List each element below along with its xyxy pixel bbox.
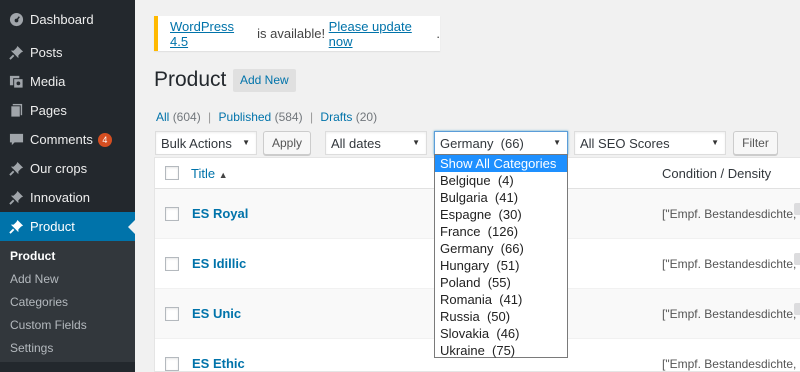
submenu-settings[interactable]: Settings — [0, 337, 135, 360]
row-checkbox[interactable] — [165, 207, 179, 221]
pin-icon — [8, 190, 24, 206]
view-published-link[interactable]: Published (584) — [219, 110, 303, 124]
column-title-header[interactable]: Title ▲ — [191, 166, 228, 181]
category-dropdown-list: Show All Categories Belgique (4) Bulgari… — [434, 154, 568, 358]
submenu-product[interactable]: Product — [0, 245, 135, 268]
dropdown-option[interactable]: Germany (66) — [435, 240, 567, 257]
menu-comments[interactable]: Comments 4 — [0, 125, 135, 154]
category-filter-select[interactable]: Germany (66) ▼ — [434, 131, 568, 155]
dropdown-option[interactable]: Romania (41) — [435, 291, 567, 308]
row-scroll-marker — [794, 303, 800, 315]
pin-icon — [8, 45, 24, 61]
row-title-link[interactable]: ES Unic — [192, 306, 241, 321]
notice-end: . — [436, 26, 440, 41]
row-condition: ["Empf. Bestandesdichte, KV — [662, 207, 800, 221]
comment-icon — [8, 132, 24, 148]
view-all-link[interactable]: All (604) — [156, 110, 201, 124]
menu-label: Media — [30, 74, 66, 89]
add-new-button[interactable]: Add New — [233, 69, 296, 92]
pin-icon — [8, 161, 24, 177]
row-condition: ["Empf. Bestandesdichte, KV — [662, 307, 800, 321]
bulk-actions-select[interactable]: Bulk Actions ▼ — [155, 131, 257, 155]
row-checkbox[interactable] — [165, 257, 179, 271]
menu-label: Pages — [30, 103, 67, 118]
menu-label: Dashboard — [30, 11, 94, 27]
chevron-down-icon: ▼ — [242, 138, 250, 147]
dashboard-icon — [8, 11, 24, 27]
dropdown-option[interactable]: Show All Categories — [435, 155, 567, 172]
notice-text: is available! — [253, 26, 329, 41]
menu-product[interactable]: Product — [0, 212, 135, 241]
view-drafts-link[interactable]: Drafts (20) — [320, 110, 377, 124]
product-submenu: Product Add New Categories Custom Fields… — [0, 241, 135, 362]
submenu-add-new[interactable]: Add New — [0, 268, 135, 291]
row-checkbox[interactable] — [165, 307, 179, 321]
dropdown-option[interactable]: France (126) — [435, 223, 567, 240]
row-scroll-marker — [794, 253, 800, 265]
submenu-categories[interactable]: Categories — [0, 291, 135, 314]
sort-ascending-icon: ▲ — [218, 170, 228, 180]
filter-button[interactable]: Filter — [733, 131, 778, 155]
page-title: Product — [154, 68, 227, 91]
pin-icon — [8, 219, 24, 235]
comment-count-badge: 4 — [97, 132, 112, 147]
date-filter-select[interactable]: All dates ▼ — [325, 131, 427, 155]
menu-label: Product — [30, 219, 75, 234]
row-title-link[interactable]: ES Royal — [192, 206, 248, 221]
menu-innovation[interactable]: Innovation — [0, 183, 135, 212]
row-title-link[interactable]: ES Ethic — [192, 356, 245, 371]
update-now-link[interactable]: Please update now — [329, 19, 437, 49]
dropdown-option[interactable]: Slovakia (46) — [435, 325, 567, 342]
menu-pages[interactable]: Pages — [0, 96, 135, 125]
menu-label: Innovation — [30, 190, 90, 205]
chevron-down-icon: ▼ — [412, 138, 420, 147]
row-scroll-marker — [794, 203, 800, 215]
select-all-checkbox[interactable] — [165, 166, 179, 180]
menu-label: Our crops — [30, 161, 88, 176]
post-status-views: All (604) | Published (584) | Drafts (20… — [156, 110, 378, 124]
row-condition: ["Empf. Bestandesdichte, KV — [662, 257, 800, 271]
admin-sidebar: Dashboard Posts Media Pages Comments 4 O… — [0, 0, 135, 372]
dropdown-option[interactable]: Ukraine (75) — [435, 342, 567, 359]
chevron-down-icon: ▼ — [553, 138, 561, 147]
seo-score-select[interactable]: All SEO Scores ▼ — [574, 131, 726, 155]
menu-posts[interactable]: Posts — [0, 38, 135, 67]
menu-dashboard[interactable]: Dashboard — [0, 0, 135, 38]
dropdown-option[interactable]: Belgique (4) — [435, 172, 567, 189]
dropdown-option[interactable]: Hungary (51) — [435, 257, 567, 274]
menu-label: Comments — [30, 132, 93, 147]
media-icon — [8, 74, 24, 90]
dropdown-option[interactable]: Espagne (30) — [435, 206, 567, 223]
pages-icon — [8, 103, 24, 119]
row-checkbox[interactable] — [165, 357, 179, 371]
menu-our-crops[interactable]: Our crops — [0, 154, 135, 183]
dropdown-option[interactable]: Poland (55) — [435, 274, 567, 291]
dropdown-option[interactable]: Russia (50) — [435, 308, 567, 325]
row-condition: ["Empf. Bestandesdichte, KV — [662, 357, 800, 371]
menu-label: Posts — [30, 45, 63, 60]
row-title-link[interactable]: ES Idillic — [192, 256, 246, 271]
wordpress-version-link[interactable]: WordPress 4.5 — [170, 19, 254, 49]
update-notice: WordPress 4.5 is available! Please updat… — [154, 16, 440, 51]
dropdown-option[interactable]: Bulgaria (41) — [435, 189, 567, 206]
column-condition-header: Condition / Density — [662, 166, 772, 181]
menu-media[interactable]: Media — [0, 67, 135, 96]
apply-button[interactable]: Apply — [263, 131, 311, 155]
chevron-down-icon: ▼ — [711, 138, 719, 147]
submenu-custom-fields[interactable]: Custom Fields — [0, 314, 135, 337]
